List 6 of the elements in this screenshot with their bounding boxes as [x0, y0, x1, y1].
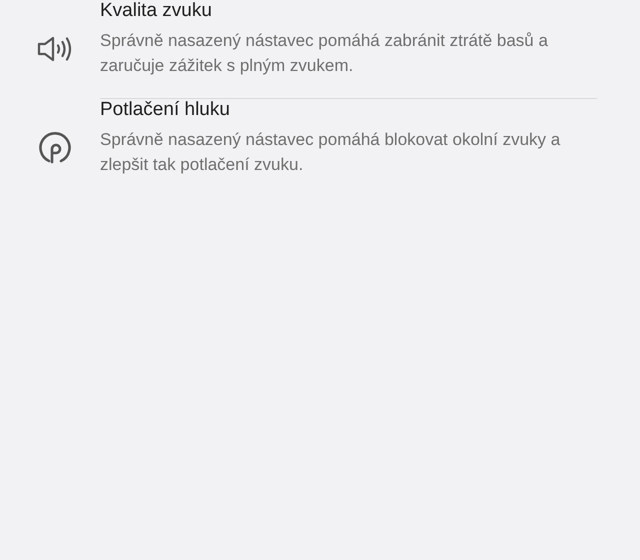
speaker-icon: [37, 34, 73, 64]
item-description: Správně nasazený nástavec pomáhá blokovat okolní zvuky a zlepšit tak potlačení zvuku.: [100, 129, 562, 176]
item-title: Kvalita zvuku: [100, 0, 213, 22]
item-description: Správně nasazený nástavec pomáhá zabránit ztrátě basů a zaručuje zážitek s plným zvukem.: [100, 30, 549, 77]
item-title: Potlačení hluku: [100, 99, 231, 121]
earbud-icon: [38, 131, 72, 165]
